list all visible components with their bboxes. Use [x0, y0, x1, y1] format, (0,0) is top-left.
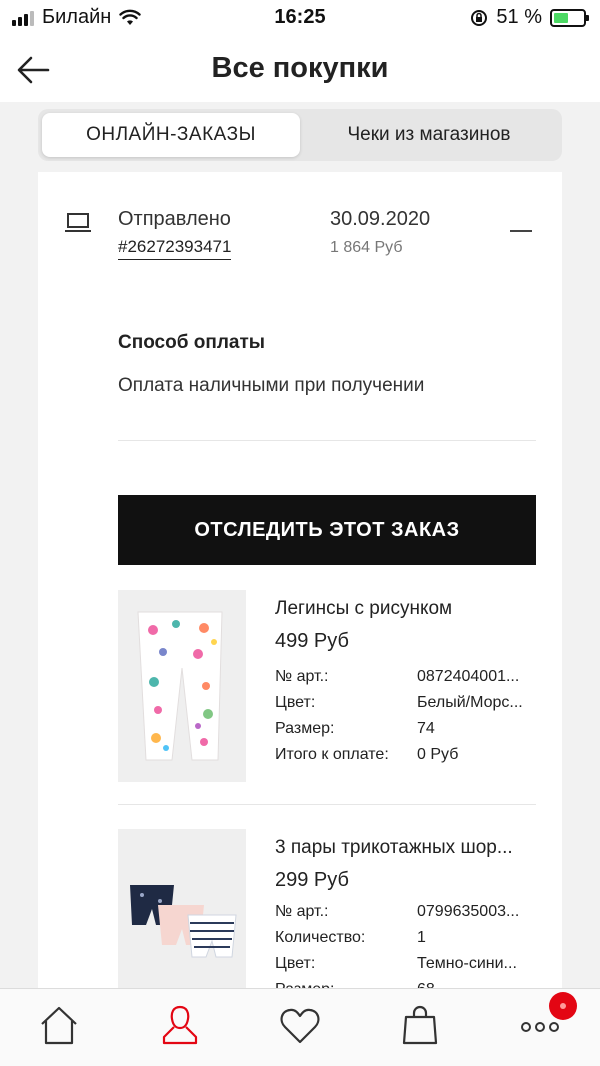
divider: [118, 804, 536, 805]
tab-online-orders[interactable]: ОНЛАЙН-ЗАКАЗЫ: [42, 113, 300, 157]
detail-value: Белый/Морс...: [417, 694, 523, 711]
order-number-link[interactable]: #26272393471: [118, 237, 232, 260]
product-price: 299 Руб: [275, 869, 349, 891]
collapse-icon[interactable]: [510, 230, 532, 232]
bottom-tab-bar: [0, 988, 600, 1066]
product-price: 499 Руб: [275, 630, 349, 652]
product-image-leggings: [118, 590, 246, 782]
order-card: Отправлено #26272393471 30.09.2020 1 864…: [38, 172, 562, 1002]
heart-icon[interactable]: [278, 1003, 322, 1047]
notification-badge: [549, 992, 577, 1020]
tab-store-receipts[interactable]: Чеки из магазинов: [300, 113, 558, 157]
home-icon[interactable]: [37, 1003, 81, 1047]
page-title: Все покупки: [211, 52, 389, 84]
detail-row: Количество: 1: [275, 929, 537, 951]
payment-method: Оплата наличными при получении: [118, 375, 425, 396]
detail-key: Итого к оплате:: [275, 746, 389, 763]
order-date: 30.09.2020: [330, 208, 431, 230]
rotation-lock-icon: [471, 9, 488, 26]
divider: [118, 440, 536, 441]
detail-value: 74: [417, 720, 435, 737]
segmented-tabs: ОНЛАЙН-ЗАКАЗЫ Чеки из магазинов: [38, 109, 562, 161]
detail-row: № арт.: 0872404001...: [275, 668, 537, 690]
product-item[interactable]: Легинсы с рисунком 499 Руб № арт.: 08724…: [118, 590, 536, 790]
product-name: 3 пары трикотажных шор...: [275, 837, 513, 858]
profile-icon[interactable]: [158, 1003, 202, 1047]
detail-row: Итого к оплате: 0 Руб: [275, 746, 537, 768]
detail-value: 0872404001...: [417, 668, 520, 685]
detail-value: 0 Руб: [417, 746, 459, 763]
detail-key: № арт.:: [275, 668, 329, 685]
detail-key: Цвет:: [275, 955, 316, 972]
laptop-icon: [65, 213, 91, 232]
detail-value: Темно-сини...: [417, 955, 517, 972]
header: Все покупки: [0, 40, 600, 102]
detail-key: Цвет:: [275, 694, 316, 711]
battery-percent: 51 %: [496, 6, 542, 28]
bag-icon[interactable]: [398, 1003, 442, 1047]
detail-row: Размер: 74: [275, 720, 537, 742]
detail-value: 1: [417, 929, 426, 946]
order-status: Отправлено: [118, 208, 231, 230]
track-order-button[interactable]: ОТСЛЕДИТЬ ЭТОТ ЗАКАЗ: [118, 495, 536, 565]
status-bar: Билайн 16:25 51 %: [0, 0, 600, 40]
detail-key: Размер:: [275, 720, 335, 737]
detail-row: Цвет: Белый/Морс...: [275, 694, 537, 716]
detail-key: Количество:: [275, 929, 366, 946]
product-name: Легинсы с рисунком: [275, 598, 453, 619]
detail-row: № арт.: 0799635003...: [275, 903, 537, 925]
product-image-shorts: [118, 829, 246, 1002]
order-total: 1 864 Руб: [330, 239, 403, 256]
product-item[interactable]: 3 пары трикотажных шор... 299 Руб № арт.…: [118, 829, 536, 1002]
detail-value: 0799635003...: [417, 903, 520, 920]
detail-key: № арт.:: [275, 903, 329, 920]
battery-icon: [550, 8, 589, 27]
payment-heading: Способ оплаты: [118, 332, 265, 353]
detail-row: Цвет: Темно-сини...: [275, 955, 537, 977]
